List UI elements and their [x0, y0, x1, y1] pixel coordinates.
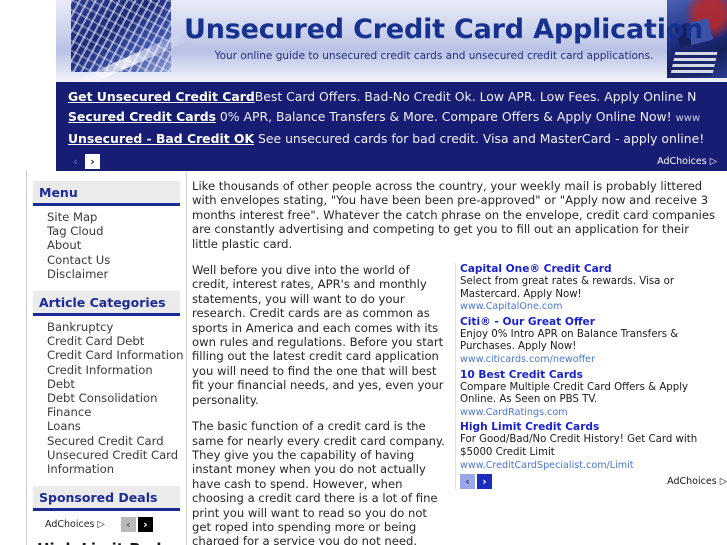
sidebar: Menu Site Map Tag Cloud About Contact Us…: [27, 171, 187, 545]
inline-ad-url-4[interactable]: www.CreditCardSpecialist.com/Limit: [460, 460, 727, 473]
top-ad-desc-3: See unsecured cards for bad credit. Visa…: [258, 131, 705, 146]
adchoices-inline-label: AdChoices: [667, 476, 717, 488]
inline-ad-desc-2: Enjoy 0% Intro APR on Balance Transfers …: [460, 328, 679, 353]
top-ad-block: Get Unsecured Credit CardBest Card Offer…: [56, 82, 727, 171]
adchoices-top-label: AdChoices: [657, 156, 707, 167]
prev-arrow-icon[interactable]: ‹: [120, 517, 136, 533]
inline-ad-url-3[interactable]: www.CardRatings.com: [460, 407, 727, 420]
inline-ad-desc-3: Compare Multiple Credit Card Offers & Ap…: [460, 381, 689, 406]
inline-ad-unit: Citi® - Our Great Offer Enjoy 0% Intro A…: [460, 316, 727, 367]
sidebar-item-tag-cloud[interactable]: Tag Cloud: [47, 224, 180, 238]
adchoices-sidebar-label: AdChoices: [45, 519, 95, 531]
inline-ad-desc-4: For Good/Bad/No Credit History! Get Card…: [460, 434, 698, 458]
article-columns: Well before you dive into the world of c…: [192, 263, 727, 545]
top-ad-row: Secured Credit Cards 0% APR, Balance Tra…: [68, 107, 715, 129]
article-text-column: Well before you dive into the world of c…: [192, 263, 447, 545]
sidebar-menu-list: Site Map Tag Cloud About Contact Us Disc…: [33, 210, 180, 281]
inline-ad-title-4[interactable]: High Limit Credit Cards: [460, 421, 727, 434]
sidebar-item-loans[interactable]: Loans: [47, 419, 180, 433]
top-ad-row: Get Unsecured Credit CardBest Card Offer…: [68, 87, 715, 107]
inline-ad-url-2[interactable]: www.citicards.com/newoffer: [460, 354, 727, 367]
sidebar-item-credit-information[interactable]: Credit Information: [47, 363, 180, 377]
adchoices-triangle-icon: ▷: [719, 476, 727, 488]
sidebar-item-information[interactable]: Information: [47, 462, 180, 476]
inline-ad-unit: High Limit Credit Cards For Good/Bad/No …: [460, 421, 727, 472]
sidebar-item-credit-card-debt[interactable]: Credit Card Debt: [47, 334, 180, 348]
sponsored-ad-title[interactable]: High Limit Bad Credit: [37, 540, 180, 545]
top-ad-link-1[interactable]: Get Unsecured Credit Card: [68, 89, 255, 104]
sidebar-categories-header: Article Categories: [33, 291, 180, 317]
sidebar-item-bankruptcy[interactable]: Bankruptcy: [47, 320, 180, 334]
top-ad-link-3[interactable]: Unsecured - Bad Credit OK: [68, 131, 254, 146]
inline-ad-desc-1: Select from great rates & rewards. Visa …: [460, 276, 675, 300]
adchoices-sidebar-button[interactable]: AdChoices ▷: [45, 519, 105, 530]
sponsored-pager: ‹ ›: [120, 517, 153, 533]
sponsored-ad: High Limit Bad Credit Bad Credit History…: [33, 536, 180, 545]
content-area: Menu Site Map Tag Cloud About Contact Us…: [26, 171, 727, 545]
sidebar-item-finance[interactable]: Finance: [47, 405, 180, 419]
next-arrow-icon[interactable]: ›: [85, 154, 100, 169]
next-arrow-icon[interactable]: ›: [137, 517, 153, 533]
article-paragraph-3: The basic function of a credit card is t…: [192, 419, 445, 545]
sidebar-item-secured-credit-card[interactable]: Secured Credit Card: [47, 434, 180, 448]
sidebar-categories-list: Bankruptcy Credit Card Debt Credit Card …: [33, 320, 183, 476]
inline-ad-footer: ‹ › AdChoices ▷: [460, 474, 727, 490]
top-ad-desc-1: Best Card Offers. Bad-No Credit Ok. Low …: [254, 89, 697, 104]
top-ad-link-2[interactable]: Secured Credit Cards: [68, 109, 216, 124]
inline-ad-unit: Capital One® Credit Card Select from gre…: [460, 263, 727, 314]
sidebar-item-debt-consolidation[interactable]: Debt Consolidation: [47, 391, 180, 405]
sponsored-controls: AdChoices ▷ ‹ ›: [33, 511, 180, 536]
inline-ad-title-3[interactable]: 10 Best Credit Cards: [460, 369, 727, 382]
inline-ad-column: Capital One® Credit Card Select from gre…: [455, 263, 727, 490]
next-arrow-icon[interactable]: ›: [477, 474, 492, 490]
adchoices-inline-button[interactable]: AdChoices ▷: [667, 476, 727, 487]
sidebar-sponsored-header: Sponsored Deals: [33, 486, 180, 512]
adchoices-triangle-icon: ▷: [97, 519, 105, 531]
sidebar-item-site-map[interactable]: Site Map: [47, 210, 180, 224]
prev-arrow-icon[interactable]: ‹: [68, 154, 83, 169]
page-title: Unsecured Credit Card Application: [184, 14, 704, 45]
sidebar-item-contact-us[interactable]: Contact Us: [47, 253, 180, 267]
sidebar-item-credit-card-information[interactable]: Credit Card Information: [47, 348, 183, 362]
page-root: Unsecured Credit Card Application Your o…: [0, 0, 727, 545]
inline-ad-pager: ‹ ›: [460, 474, 492, 490]
sidebar-item-disclaimer[interactable]: Disclaimer: [47, 267, 180, 281]
top-ad-desc-2: 0% APR, Balance Transfers & More. Compar…: [219, 109, 672, 124]
sidebar-item-unsecured-credit-card[interactable]: Unsecured Credit Card: [47, 448, 180, 462]
adchoices-triangle-icon: ▷: [709, 156, 717, 167]
top-ad-footer: ‹ › AdChoices ▷: [68, 151, 717, 169]
site-banner: Unsecured Credit Card Application Your o…: [56, 0, 727, 82]
main-article: Like thousands of other people across th…: [188, 171, 727, 545]
sidebar-item-about[interactable]: About: [47, 238, 180, 252]
inline-ad-title-2[interactable]: Citi® - Our Great Offer: [460, 316, 727, 329]
adchoices-top-button[interactable]: AdChoices ▷: [657, 156, 717, 167]
prev-arrow-icon[interactable]: ‹: [460, 474, 475, 490]
sidebar-item-debt[interactable]: Debt: [47, 377, 180, 391]
page-subtitle: Your online guide to unsecured credit ca…: [214, 50, 654, 62]
article-paragraph-2: Well before you dive into the world of c…: [192, 263, 444, 407]
article-paragraph-1: Like thousands of other people across th…: [192, 179, 716, 251]
inline-ad-url-1[interactable]: www.CapitalOne.com: [460, 301, 727, 314]
inline-ad-unit: 10 Best Credit Cards Compare Multiple Cr…: [460, 369, 727, 420]
top-ad-url-2[interactable]: www: [676, 113, 701, 124]
calculator-image: [71, 0, 171, 72]
top-ad-row: Unsecured - Bad Credit OK See unsecured …: [68, 129, 715, 149]
inline-ad-title-1[interactable]: Capital One® Credit Card: [460, 263, 727, 276]
sidebar-menu-header: Menu: [33, 181, 180, 206]
top-ad-pager: ‹ ›: [68, 154, 100, 169]
